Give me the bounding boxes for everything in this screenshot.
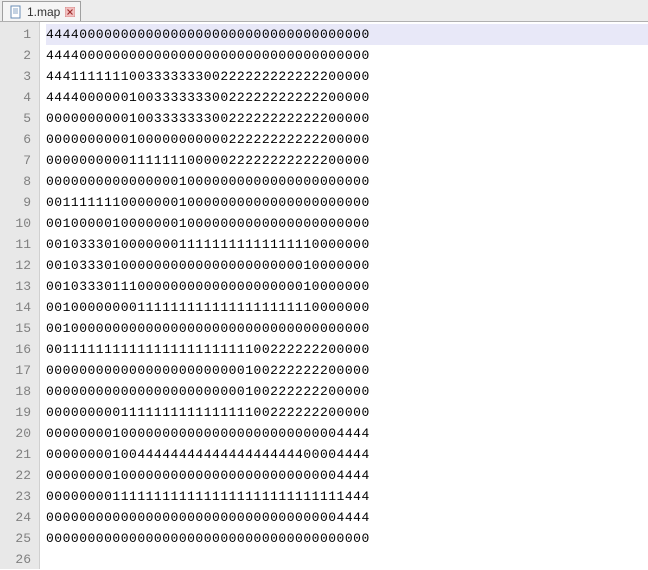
line-number: 8 — [0, 171, 31, 192]
line-number: 24 — [0, 507, 31, 528]
editor-content[interactable]: 4444000000000000000000000000000000000004… — [40, 22, 648, 569]
content-line: 444400000010033333330022222222222200000 — [46, 87, 648, 108]
line-number: 2 — [0, 45, 31, 66]
content-line: 444400000000000000000000000000000000000 — [46, 24, 648, 45]
editor-container: 1234567891011121314151617181920212223242… — [0, 22, 648, 569]
line-number: 7 — [0, 150, 31, 171]
content-line: 001033301110000000000000000000010000000 — [46, 276, 648, 297]
line-number: 26 — [0, 549, 31, 570]
content-line: 001000000001111111111111111111110000000 — [46, 297, 648, 318]
content-line — [46, 549, 648, 569]
tab-bar: 1.map — [0, 0, 648, 22]
line-number: 18 — [0, 381, 31, 402]
content-line: 000000001004444444444444444444400004444 — [46, 444, 648, 465]
content-line: 001033301000000011111111111111110000000 — [46, 234, 648, 255]
line-number: 11 — [0, 234, 31, 255]
line-number: 21 — [0, 444, 31, 465]
content-line: 444111111100333333300222222222222200000 — [46, 66, 648, 87]
content-line: 000000001000000000000000000000000004444 — [46, 423, 648, 444]
line-number: 14 — [0, 297, 31, 318]
line-number: 10 — [0, 213, 31, 234]
line-number: 13 — [0, 276, 31, 297]
line-number: 6 — [0, 129, 31, 150]
content-line: 000000000000000000000000100222222200000 — [46, 381, 648, 402]
content-line: 001033301000000000000000000000010000000 — [46, 255, 648, 276]
line-number: 4 — [0, 87, 31, 108]
content-line: 000000000011111110000022222222222200000 — [46, 150, 648, 171]
line-number: 17 — [0, 360, 31, 381]
line-number: 3 — [0, 66, 31, 87]
line-number: 1 — [0, 24, 31, 45]
content-line: 000000000010000000000022222222222200000 — [46, 129, 648, 150]
content-line: 000000001000000000000000000000000004444 — [46, 465, 648, 486]
content-line: 000000000000000000000000000000000000000 — [46, 528, 648, 549]
content-line: 001111111111111111111111100222222200000 — [46, 339, 648, 360]
line-number: 22 — [0, 465, 31, 486]
line-number: 9 — [0, 192, 31, 213]
content-line: 000000000000000000000000000000000004444 — [46, 507, 648, 528]
file-tab[interactable]: 1.map — [2, 1, 81, 21]
content-line: 000000000000000000000000100222222200000 — [46, 360, 648, 381]
line-number: 15 — [0, 318, 31, 339]
file-icon — [9, 5, 23, 19]
content-line: 000000000111111111111111100222222200000 — [46, 402, 648, 423]
content-line: 000000000000000010000000000000000000000 — [46, 171, 648, 192]
line-number-gutter: 1234567891011121314151617181920212223242… — [0, 22, 40, 569]
line-number: 23 — [0, 486, 31, 507]
line-number: 5 — [0, 108, 31, 129]
line-number: 12 — [0, 255, 31, 276]
content-line: 000000001111111111111111111111111111444 — [46, 486, 648, 507]
tab-filename: 1.map — [27, 5, 60, 19]
line-number: 20 — [0, 423, 31, 444]
content-line: 001000000000000000000000000000000000000 — [46, 318, 648, 339]
content-line: 444400000000000000000000000000000000000 — [46, 45, 648, 66]
close-icon[interactable] — [64, 6, 76, 18]
line-number: 16 — [0, 339, 31, 360]
line-number: 19 — [0, 402, 31, 423]
line-number: 25 — [0, 528, 31, 549]
content-line: 000000000010033333330022222222222200000 — [46, 108, 648, 129]
content-line: 001000001000000010000000000000000000000 — [46, 213, 648, 234]
content-line: 001111111000000010000000000000000000000 — [46, 192, 648, 213]
